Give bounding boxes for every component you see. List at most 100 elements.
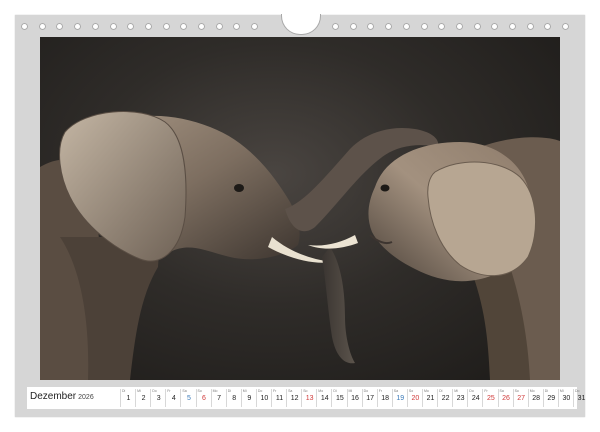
binding-hole-icon <box>144 23 152 30</box>
day-cell: Do 3 <box>150 389 165 407</box>
day-number: 12 <box>290 395 299 402</box>
binding-hole-icon <box>56 23 64 30</box>
day-cell: Sa 12 <box>286 389 301 407</box>
day-cell: Mi 9 <box>240 389 256 407</box>
day-number: 27 <box>517 395 525 402</box>
calendar-photo <box>40 37 560 380</box>
day-number: 21 <box>426 395 435 402</box>
binding-hole-icon <box>402 23 410 30</box>
binding-hole-icon <box>544 23 552 30</box>
day-cell: Di 8 <box>225 389 241 407</box>
day-cell: Di 29 <box>542 389 558 407</box>
day-weekday: Fr <box>484 389 488 393</box>
spiral-binding <box>15 14 585 39</box>
binding-hole-icon <box>215 23 223 30</box>
day-weekday: So <box>303 389 308 393</box>
day-number: 19 <box>396 395 405 402</box>
wall-calendar: Dezember 2026 Di 1 Mi 2 Do 3 Fr 4 Sa 5 So 6 Mo 7 Di 8 Mi 9… <box>15 14 585 417</box>
day-cell: Mo 21 <box>422 389 437 407</box>
day-number: 5 <box>186 395 191 402</box>
binding-hole-icon <box>385 23 393 30</box>
day-number: 2 <box>141 395 146 402</box>
day-weekday: Di <box>439 389 443 393</box>
binding-hole-icon <box>74 23 82 30</box>
day-number: 6 <box>202 395 206 402</box>
day-number: 28 <box>532 395 541 402</box>
day-cell: Di 15 <box>331 389 346 407</box>
binding-hole-icon <box>473 23 481 30</box>
day-weekday: Do <box>575 389 580 393</box>
day-number: 9 <box>247 395 252 402</box>
day-weekday: So <box>197 389 202 393</box>
day-number: 25 <box>486 395 495 402</box>
binding-hole-icon <box>420 23 428 30</box>
binding-hole-icon <box>162 23 170 30</box>
day-number: 11 <box>275 395 284 402</box>
day-cell: So 6 <box>195 389 211 407</box>
day-number: 16 <box>351 395 359 402</box>
day-cell: Fr 25 <box>482 389 497 407</box>
day-number: 1 <box>126 395 131 402</box>
day-cell: Fr 11 <box>271 389 286 407</box>
day-weekday: So <box>408 389 414 393</box>
day-cell: Di 1 <box>120 389 135 407</box>
day-cell: So 27 <box>512 389 528 407</box>
day-number: 30 <box>562 395 571 402</box>
day-cell: Mi 16 <box>346 389 362 407</box>
day-weekday: Sa <box>499 389 504 393</box>
day-number: 7 <box>217 395 222 402</box>
day-cells: Di 1 Mi 2 Do 3 Fr 4 Sa 5 So 6 Mo 7 Di 8 Mi 9 Do 10 Fr 11 Sa 12 S… <box>120 387 585 409</box>
binding-hole-icon <box>491 23 499 30</box>
binding-hole-icon <box>233 23 241 30</box>
day-cell: Sa 5 <box>180 389 195 407</box>
day-number: 18 <box>381 395 390 402</box>
day-number: 15 <box>335 395 344 402</box>
day-number: 4 <box>171 395 176 402</box>
day-weekday: Do <box>257 389 263 393</box>
binding-hole-icon <box>127 23 135 30</box>
binding-hole-icon <box>438 23 446 30</box>
day-number: 29 <box>547 395 556 402</box>
day-number: 17 <box>366 395 374 402</box>
month-name: Dezember <box>30 391 77 402</box>
day-weekday: Mi <box>559 389 564 393</box>
day-cell: So 20 <box>406 389 422 407</box>
day-weekday: Mo <box>212 389 218 393</box>
day-cell: Sa 26 <box>497 389 513 407</box>
day-weekday: Mo <box>529 389 535 393</box>
day-weekday: Mi <box>454 389 458 393</box>
elephants-photo-icon <box>40 111 560 380</box>
binding-hole-icon <box>332 23 339 30</box>
day-number: 13 <box>305 395 314 402</box>
day-weekday: Di <box>122 389 126 393</box>
day-weekday: Di <box>544 389 549 393</box>
day-weekday: Do <box>152 389 157 393</box>
binding-hole-icon <box>91 23 99 30</box>
day-weekday: Do <box>363 389 369 393</box>
day-number: 3 <box>156 395 161 402</box>
day-number: 31 <box>577 395 586 402</box>
day-weekday: So <box>514 389 519 393</box>
binding-hole-icon <box>198 23 205 30</box>
day-cell: Do 24 <box>467 389 482 407</box>
day-number: 26 <box>502 395 510 402</box>
year-label: 2026 <box>78 394 94 401</box>
day-number: 8 <box>232 395 237 402</box>
binding-hole-icon <box>526 23 534 30</box>
day-number: 24 <box>471 395 480 402</box>
day-number: 22 <box>441 395 450 402</box>
binding-hole-icon <box>180 23 188 30</box>
date-strip: Dezember 2026 Di 1 Mi 2 Do 3 Fr 4 Sa 5 So 6 Mo 7 Di 8 Mi 9… <box>27 387 585 409</box>
binding-hole-icon <box>21 23 28 30</box>
day-number: 23 <box>456 395 465 402</box>
day-cell: Fr 4 <box>165 389 180 407</box>
day-cell: Mi 30 <box>557 389 573 407</box>
binding-hole-icon <box>367 23 375 30</box>
binding-hole-icon <box>251 23 259 30</box>
day-cell: Di 22 <box>437 389 452 407</box>
binding-hole-icon <box>349 23 357 30</box>
day-weekday: Mo <box>424 389 429 393</box>
day-cell: Do 10 <box>255 389 271 407</box>
day-number: 14 <box>320 395 329 402</box>
day-cell: Sa 19 <box>391 389 407 407</box>
